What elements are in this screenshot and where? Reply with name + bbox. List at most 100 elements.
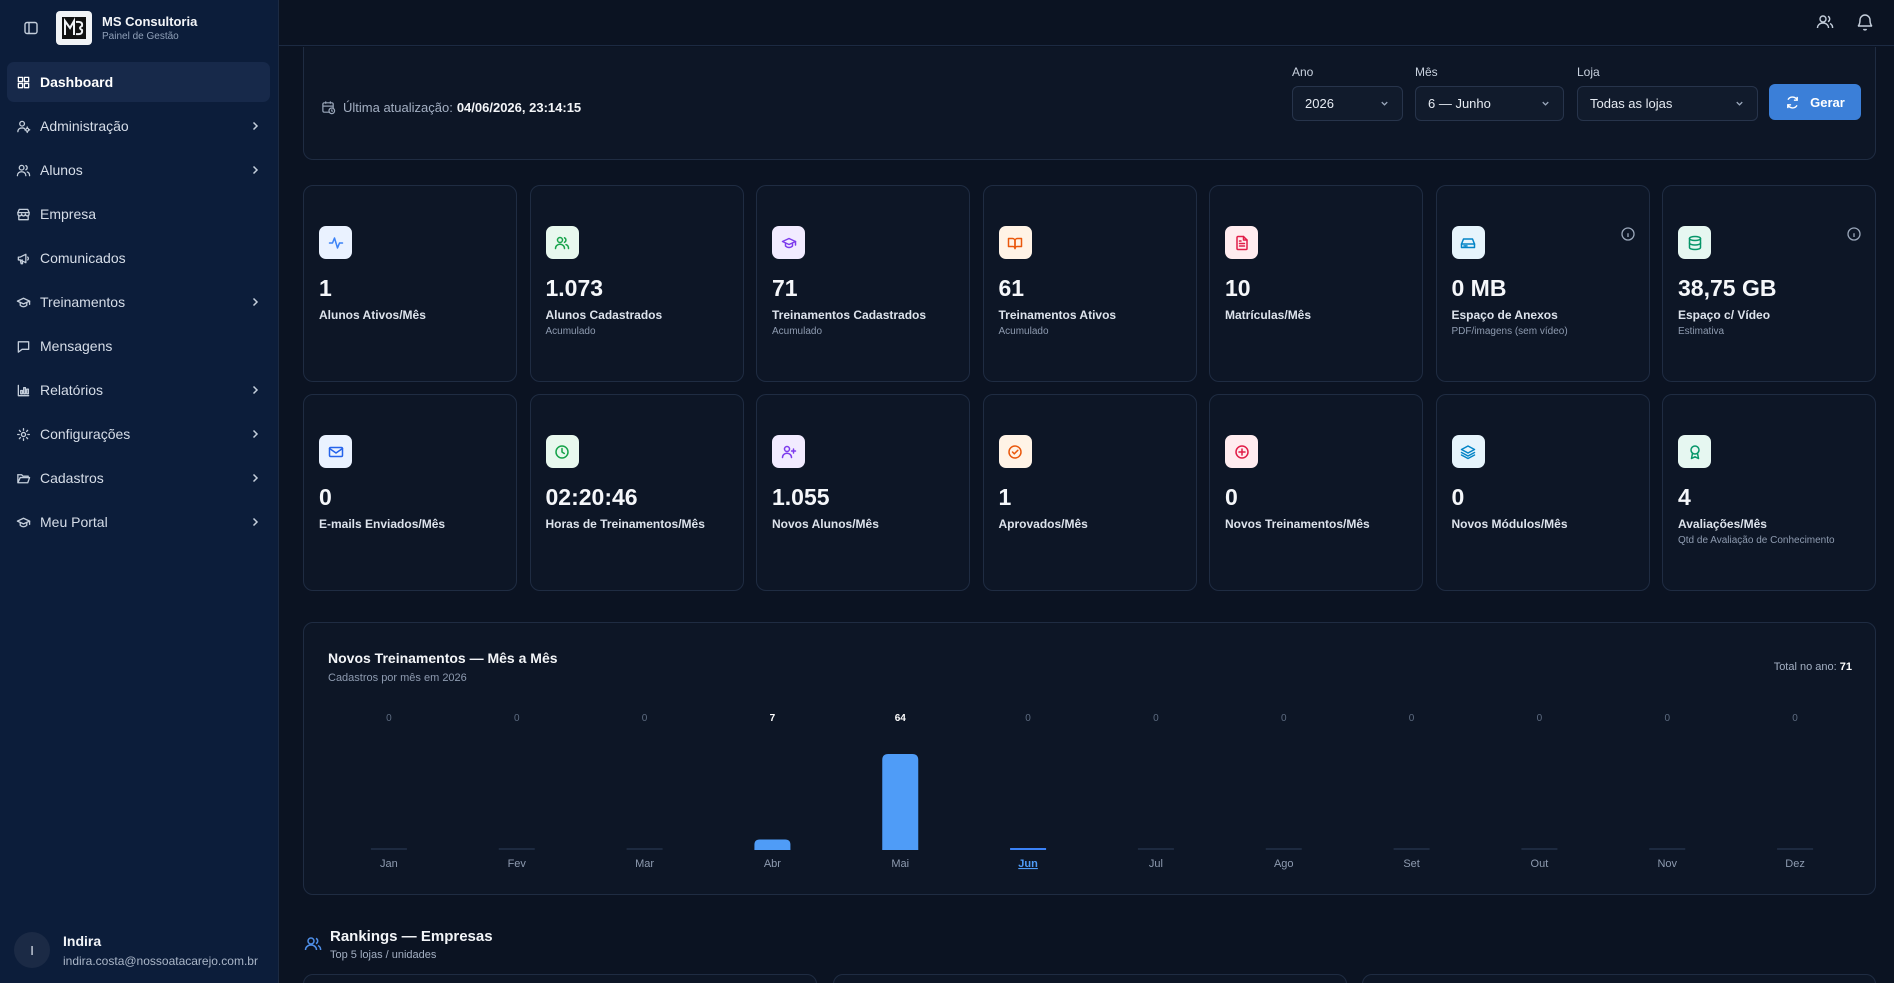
megaphone-icon-wrap [16,250,32,266]
sidebar-item-empresa[interactable]: Empresa [7,194,270,234]
topbar [279,0,1894,46]
bar-value-label: 0 [642,713,648,724]
sidebar-item-mensagens[interactable]: Mensagens [7,326,270,366]
sidebar: MS Consultoria Painel de Gestão Dashboar… [0,0,279,983]
generate-button[interactable]: Gerar [1769,84,1861,120]
sidebar-item-comunicados[interactable]: Comunicados [7,238,270,278]
store-value: Todas as lojas [1590,96,1673,111]
calendar-clock-icon [322,101,336,115]
bar-baseline [370,848,407,850]
plus-circle-icon [1234,444,1249,459]
info-icon [1847,227,1861,241]
sidebar-item-label: Cadastros [40,470,104,486]
check-circle-icon [1008,444,1022,459]
store-icon-wrap [16,206,32,222]
stat-icon-badge [772,226,805,259]
stat-value: 4 [1678,484,1691,510]
book-open-icon [1007,237,1023,249]
bar-value-label: 0 [1281,713,1287,724]
stat-label: Treinamentos Ativos [998,308,1117,322]
chevron-right-icon [252,121,259,131]
info-button[interactable] [1846,226,1862,242]
chevron-down-icon [1542,101,1549,106]
sidebar-item-label: Mensagens [40,338,113,354]
user-profile[interactable]: I Indira indira.costa@nossoatacarejo.com… [14,932,258,968]
stat-icon-badge [998,226,1032,259]
bar-chart: 0 Jan 0 Fev 0 Mar 7 Abr 64 Mai 0 Jun 0 Jul 0 Ago 0 Set 0 Ou… [370,713,1814,870]
activity-icon [328,236,343,249]
bar-baseline [1649,848,1686,850]
last-updated: Última atualização: 04/06/2026, 23:14:15 [321,100,581,115]
stat-card: 4 Avaliações/Mês Qtd de Avaliação de Conhe… [1662,394,1876,591]
stat-card: 38,75 GB Espaço c/ Vídeo Estimativa [1662,185,1876,382]
stat-label: E-mails Enviados/Mês [319,517,446,531]
stat-sublabel: Acumulado [998,326,1049,337]
chevron-right-icon [252,385,259,395]
bar-baseline [626,848,663,850]
sidebar-item-meu-portal[interactable]: Meu Portal [7,502,270,542]
bar-chart-icon [17,384,30,396]
users-icon [304,937,322,951]
bar-value-label: 0 [1664,713,1670,724]
stat-icon-badge [545,435,579,468]
sidebar-toggle-button[interactable] [18,15,44,41]
sidebar-item-dashboard[interactable]: Dashboard [7,62,270,102]
store-icon [17,208,30,220]
sidebar-item-relatorios[interactable]: Relatórios [7,370,270,410]
rankings-subtitle: Top 5 lojas / unidades [330,949,437,961]
stat-sublabel: Estimativa [1678,326,1725,337]
brand-logo[interactable] [56,11,92,45]
stat-value: 61 [998,275,1025,301]
stat-icon-badge [1225,435,1258,468]
x-tick-label: Nov [1657,858,1677,870]
bar-value-label: 0 [1153,713,1159,724]
stat-label: Matrículas/Mês [1225,308,1312,322]
grid-icon-wrap [16,74,32,90]
x-tick-label: Jul [1149,858,1163,870]
sidebar-item-label: Comunicados [40,250,126,266]
year-select[interactable]: 2026 [1292,86,1403,121]
users-icon [16,164,31,176]
sidebar-item-configuracoes[interactable]: Configurações [7,414,270,454]
stat-card: 0 E-mails Enviados/Mês [303,394,517,591]
graduation-cap-icon-wrap [16,294,32,310]
sidebar-nav: Dashboard Administração Alunos Empresa Comun… [7,62,270,546]
users-icon-wrap [16,162,32,178]
month-label: Mês [1415,65,1438,79]
stat-label: Novos Módulos/Mês [1451,517,1568,531]
month-select[interactable]: 6 — Junho [1415,86,1564,121]
bar-mai[interactable] [882,754,919,850]
bar-baseline [1521,848,1558,850]
sidebar-item-treinamentos[interactable]: Treinamentos [7,282,270,322]
sidebar-item-alunos[interactable]: Alunos [7,150,270,190]
brand-subtitle: Painel de Gestão [102,31,179,42]
database-icon [1688,235,1701,250]
bar-baseline [1777,848,1814,850]
last-updated-label: Última atualização: [343,100,453,115]
folder-open-icon [17,473,31,483]
chart-card: Novos Treinamentos — Mês a Mês Cadastros… [303,622,1876,895]
layers-icon [1460,444,1476,459]
mail-icon [328,446,343,457]
store-select[interactable]: Todas as lojas [1577,86,1758,121]
stat-icon-badge [998,435,1032,468]
sidebar-item-cadastros[interactable]: Cadastros [7,458,270,498]
x-tick-label: Jan [380,858,398,870]
stat-icon-badge [1678,226,1711,259]
folder-open-icon-wrap [16,470,32,486]
users-button[interactable] [1815,12,1835,32]
stat-icon-badge [772,435,805,468]
notifications-button[interactable] [1855,12,1875,32]
filter-panel: Última atualização: 04/06/2026, 23:14:15… [303,47,1876,160]
stat-sublabel: PDF/imagens (sem vídeo) [1451,326,1568,337]
stat-label: Novos Alunos/Mês [772,517,879,531]
stat-value: 1 [998,484,1012,510]
sidebar-item-label: Treinamentos [40,294,126,310]
sidebar-item-administracao[interactable]: Administração [7,106,270,146]
stat-icon-badge [545,226,579,259]
stat-label: Alunos Cadastrados [545,308,663,322]
stat-icon-badge [319,226,352,259]
bar-abr[interactable] [754,839,791,851]
stat-icon-badge [1451,226,1485,259]
info-button[interactable] [1620,226,1636,242]
